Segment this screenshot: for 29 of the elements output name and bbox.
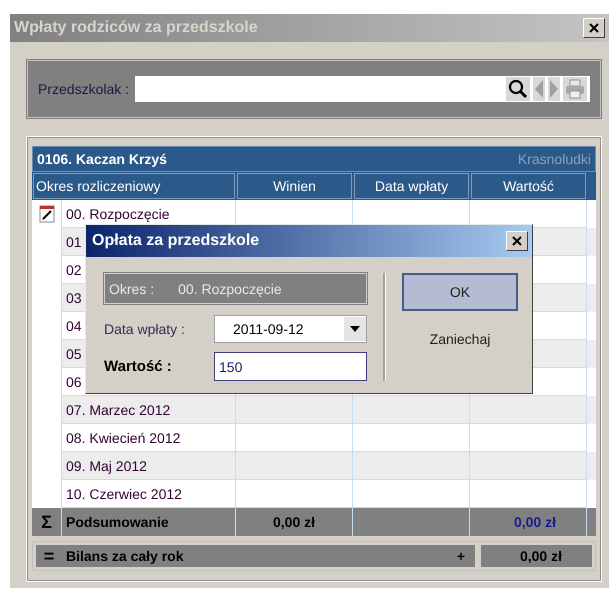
group-name: Krasnoludki (518, 151, 591, 167)
window-title: Wpłaty rodziców za przedszkole (14, 19, 258, 37)
balance-label: Bilans za cały rok (65, 548, 185, 564)
field-label: Przedszkolak : (38, 81, 130, 97)
child-name: 0106. Kaczan Krzyś (37, 151, 167, 167)
next-icon[interactable] (548, 77, 560, 101)
balance-value: 0,00 zł (480, 544, 593, 568)
equals-symbol: = (42, 546, 56, 566)
column-header[interactable]: Winien (237, 173, 352, 199)
summary-label: Podsumowanie (62, 508, 236, 536)
caret-icon (350, 326, 360, 332)
column-header[interactable]: Data wpłaty (354, 173, 469, 199)
close-button[interactable] (583, 18, 605, 38)
field-label: Data wpłaty : (104, 320, 185, 336)
search-icon[interactable] (506, 77, 530, 101)
close-icon (512, 236, 522, 246)
column-header[interactable]: Wartość (471, 173, 586, 199)
printer-icon[interactable] (563, 77, 587, 101)
amount-field[interactable]: 150 (214, 352, 367, 381)
summary-cell: 0,00 zł (236, 508, 353, 536)
search-field[interactable] (135, 76, 590, 102)
close-button[interactable] (506, 231, 528, 251)
cancel-button[interactable]: Zaniechaj (430, 331, 490, 347)
summary-cell: 0,00 zł (470, 508, 587, 536)
column-header[interactable]: Okres rozliczeniowy (33, 173, 235, 199)
ok-button[interactable]: OK (402, 273, 518, 311)
plus-sign: + (456, 548, 465, 564)
close-icon (589, 23, 599, 33)
date-dropdown[interactable]: 2011-09-12 (214, 314, 367, 342)
